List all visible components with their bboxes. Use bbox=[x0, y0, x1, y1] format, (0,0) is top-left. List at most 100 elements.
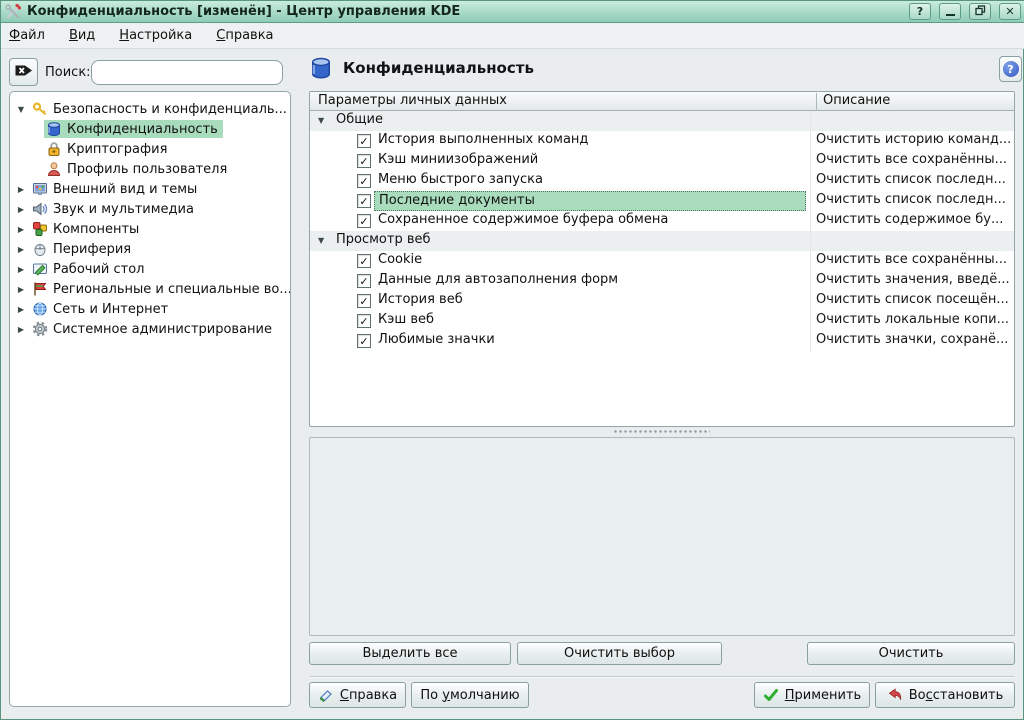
tree-item-label: Компоненты bbox=[53, 222, 139, 237]
minimize-icon bbox=[946, 13, 955, 16]
defaults-button[interactable]: По умолчанию bbox=[411, 682, 529, 708]
row-description: Очистить содержимое бу... bbox=[816, 212, 1003, 227]
chevron-right-icon[interactable]: ▶ bbox=[15, 225, 27, 234]
row-description: Очистить все сохранённы... bbox=[816, 152, 1007, 167]
checkbox[interactable]: ✓ bbox=[357, 214, 371, 228]
chevron-right-icon[interactable]: ▶ bbox=[15, 185, 27, 194]
apply-button[interactable]: Применить bbox=[754, 682, 870, 708]
module-icon bbox=[309, 55, 333, 81]
checkbox[interactable]: ✓ bbox=[357, 194, 371, 208]
tree-item-network[interactable]: ▶ Сеть и Интернет bbox=[10, 299, 290, 319]
search-input[interactable] bbox=[91, 60, 283, 85]
titlebar-help-button[interactable]: ? bbox=[909, 3, 931, 20]
chevron-right-icon[interactable]: ▶ bbox=[15, 245, 27, 254]
chevron-down-icon[interactable]: ▼ bbox=[318, 116, 324, 125]
appearance-icon bbox=[32, 181, 48, 197]
chevron-down-icon[interactable]: ▼ bbox=[318, 236, 324, 245]
row-label: Кэш миниизображений bbox=[378, 152, 538, 167]
user-icon bbox=[46, 161, 62, 177]
check-icon: ✓ bbox=[359, 256, 368, 267]
close-button[interactable]: ✕ bbox=[999, 3, 1021, 20]
table-section-row[interactable]: ▼ Общие bbox=[310, 111, 1014, 131]
chevron-right-icon[interactable]: ▶ bbox=[15, 265, 27, 274]
table-row[interactable]: ✓ История веб Очистить список посещён... bbox=[310, 291, 1014, 311]
sound-icon bbox=[32, 201, 48, 217]
tree-item-desktop[interactable]: ▶ Рабочий стол bbox=[10, 259, 290, 279]
clear-selection-button[interactable]: Очистить выбор bbox=[517, 642, 722, 665]
tree-item-regional[interactable]: ▶ Региональные и специальные во... bbox=[10, 279, 290, 299]
menu-file[interactable]: Файл bbox=[9, 28, 45, 43]
apply-check-icon bbox=[763, 687, 779, 703]
tree-item-sound[interactable]: ▶ Звук и мультимедиа bbox=[10, 199, 290, 219]
tree-item-label: Периферия bbox=[53, 242, 131, 257]
check-icon: ✓ bbox=[359, 276, 368, 287]
network-globe-icon bbox=[32, 301, 48, 317]
tree-item-appearance[interactable]: ▶ Внешний вид и темы bbox=[10, 179, 290, 199]
row-label: История веб bbox=[378, 292, 463, 307]
tree-item-user-profile[interactable]: Профиль пользователя bbox=[10, 159, 290, 179]
select-all-button[interactable]: Выделить все bbox=[309, 642, 511, 665]
table-row[interactable]: ✓ История выполненных команд Очистить ис… bbox=[310, 131, 1014, 151]
menubar: Файл Вид Настройка Справка bbox=[1, 23, 1024, 49]
desktop-icon bbox=[32, 261, 48, 277]
checkbox[interactable]: ✓ bbox=[357, 134, 371, 148]
tree-item-components[interactable]: ▶ Компоненты bbox=[10, 219, 290, 239]
column-header-description[interactable]: Описание bbox=[816, 93, 890, 111]
tree-item-sysadmin[interactable]: ▶ Системное администрирование bbox=[10, 319, 290, 339]
checkbox[interactable]: ✓ bbox=[357, 314, 371, 328]
table-row[interactable]: ✓ Сохраненное содержимое буфера обмена О… bbox=[310, 211, 1014, 231]
table-row[interactable]: ✓ Любимые значки Очистить значки, сохран… bbox=[310, 331, 1014, 351]
tree-item-label: Профиль пользователя bbox=[67, 162, 227, 177]
help-button[interactable]: Справка bbox=[309, 682, 406, 708]
table-row[interactable]: ✓ Меню быстрого запуска Очистить список … bbox=[310, 171, 1014, 191]
table-row[interactable]: ✓ Данные для автозаполнения форм Очистит… bbox=[310, 271, 1014, 291]
checkbox[interactable]: ✓ bbox=[357, 154, 371, 168]
chevron-right-icon[interactable]: ▶ bbox=[15, 285, 27, 294]
check-icon: ✓ bbox=[359, 336, 368, 347]
window-titlebar: Конфиденциальность [изменён] - Центр упр… bbox=[1, 1, 1024, 23]
table-row[interactable]: ✓ Cookie Очистить все сохранённы... bbox=[310, 251, 1014, 271]
menu-settings[interactable]: Настройка bbox=[119, 28, 192, 43]
tree-item-security[interactable]: ▼ Безопасность и конфиденциаль... bbox=[10, 99, 290, 119]
chevron-right-icon[interactable]: ▶ bbox=[15, 325, 27, 334]
tree-item-peripherals[interactable]: ▶ Периферия bbox=[10, 239, 290, 259]
clear-button[interactable]: Очистить bbox=[807, 642, 1015, 665]
splitter-handle[interactable] bbox=[309, 427, 1015, 436]
table-row-selected[interactable]: ✓ Последние документы Очистить список по… bbox=[310, 191, 1014, 211]
chevron-down-icon[interactable]: ▼ bbox=[15, 105, 27, 114]
details-panel bbox=[309, 437, 1015, 636]
app-icon bbox=[5, 4, 21, 20]
column-header-params[interactable]: Параметры личных данных bbox=[318, 93, 507, 108]
tree-item-label: Региональные и специальные во... bbox=[53, 282, 291, 297]
tree-item-crypto[interactable]: Криптография bbox=[10, 139, 290, 159]
maximize-button[interactable] bbox=[969, 3, 991, 20]
row-label: Сохраненное содержимое буфера обмена bbox=[378, 212, 668, 227]
row-description: Очистить локальные копи... bbox=[816, 312, 1009, 327]
checkbox[interactable]: ✓ bbox=[357, 294, 371, 308]
checkbox[interactable]: ✓ bbox=[357, 174, 371, 188]
table-row[interactable]: ✓ Кэш веб Очистить локальные копи... bbox=[310, 311, 1014, 331]
search-clear-button[interactable] bbox=[9, 58, 38, 86]
menu-view[interactable]: Вид bbox=[69, 28, 95, 43]
reset-button[interactable]: Восстановить bbox=[875, 682, 1015, 708]
checkbox[interactable]: ✓ bbox=[357, 274, 371, 288]
tree-item-label: Рабочий стол bbox=[53, 262, 144, 277]
check-icon: ✓ bbox=[359, 296, 368, 307]
chevron-right-icon[interactable]: ▶ bbox=[15, 305, 27, 314]
contextual-help-button[interactable]: ? bbox=[999, 56, 1022, 82]
row-description: Очистить список последн... bbox=[816, 172, 1006, 187]
table-section-row[interactable]: ▼ Просмотр веб bbox=[310, 231, 1014, 251]
menu-help[interactable]: Справка bbox=[216, 28, 273, 43]
tree-item-label: Криптография bbox=[67, 142, 167, 157]
row-description: Очистить все сохранённы... bbox=[816, 252, 1007, 267]
table-row[interactable]: ✓ Кэш миниизображений Очистить все сохра… bbox=[310, 151, 1014, 171]
help-circle-icon: ? bbox=[1003, 61, 1019, 77]
minimize-button[interactable] bbox=[939, 3, 961, 20]
tree-item-privacy[interactable]: Конфиденциальность bbox=[10, 119, 290, 139]
checkbox[interactable]: ✓ bbox=[357, 254, 371, 268]
checkbox[interactable]: ✓ bbox=[357, 334, 371, 348]
page-title: Конфиденциальность bbox=[343, 59, 534, 77]
tree-item-label: Конфиденциальность bbox=[67, 122, 218, 137]
check-icon: ✓ bbox=[359, 136, 368, 147]
chevron-right-icon[interactable]: ▶ bbox=[15, 205, 27, 214]
